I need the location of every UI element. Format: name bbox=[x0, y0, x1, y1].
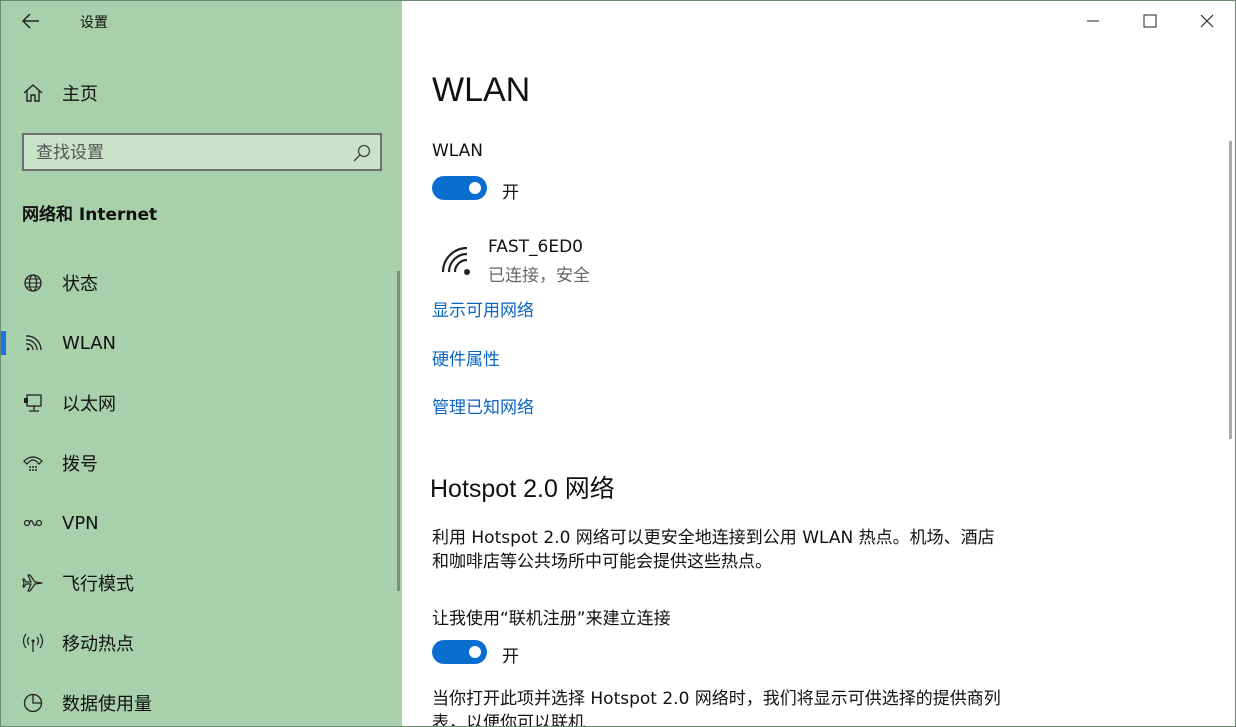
wifi-icon bbox=[21, 331, 45, 355]
sidebar-item-airplane[interactable]: 飞行模式 bbox=[1, 561, 396, 605]
sidebar-item-data-usage[interactable]: 数据使用量 bbox=[1, 681, 396, 725]
nav-home[interactable]: 主页 bbox=[1, 73, 402, 113]
sidebar-item-dialup[interactable]: 拨号 bbox=[1, 441, 396, 485]
sidebar-item-label: 移动热点 bbox=[62, 634, 134, 655]
globe-icon bbox=[21, 271, 45, 295]
search-icon[interactable] bbox=[352, 143, 372, 163]
sidebar: 设置 主页 网络和 Internet bbox=[1, 1, 402, 726]
sidebar-item-label: 飞行模式 bbox=[62, 574, 134, 595]
search-box[interactable] bbox=[22, 133, 382, 171]
sidebar-item-status[interactable]: 状态 bbox=[1, 261, 396, 305]
sidebar-item-label: WLAN bbox=[62, 332, 117, 354]
ethernet-icon bbox=[21, 391, 45, 415]
network-status: 已连接，安全 bbox=[488, 266, 590, 286]
manage-known-networks-link[interactable]: 管理已知网络 bbox=[432, 393, 534, 418]
wlan-toggle-state: 开 bbox=[502, 183, 519, 203]
hardware-properties-link[interactable]: 硬件属性 bbox=[432, 345, 500, 370]
section-title: 网络和 Internet bbox=[22, 205, 158, 225]
show-networks-link[interactable]: 显示可用网络 bbox=[432, 296, 534, 321]
wlan-label: WLAN bbox=[432, 141, 484, 161]
home-icon bbox=[21, 81, 45, 105]
back-button[interactable] bbox=[15, 7, 47, 35]
sidebar-item-label: VPN bbox=[62, 512, 99, 534]
online-signup-label: 让我使用“联机注册”来建立连接 bbox=[432, 609, 671, 629]
sidebar-item-hotspot[interactable]: 移动热点 bbox=[1, 621, 396, 665]
back-arrow-icon bbox=[22, 13, 39, 29]
sidebar-item-label: 以太网 bbox=[62, 394, 116, 415]
online-signup-toggle-state: 开 bbox=[502, 647, 519, 667]
main-content: WLAN WLAN 开 FAST_6ED0 已连接，安全 显示可用网络 硬件属性… bbox=[402, 1, 1235, 727]
page-title: WLAN bbox=[432, 71, 531, 109]
hotspot-icon bbox=[21, 631, 45, 655]
sidebar-scrollbar[interactable] bbox=[397, 271, 400, 591]
hotspot-footer-description: 当你打开此项并选择 Hotspot 2.0 网络时，我们将显示可供选择的提供商列… bbox=[432, 689, 1001, 727]
sidebar-item-wlan[interactable]: WLAN bbox=[1, 321, 396, 365]
wifi-signal-icon[interactable] bbox=[436, 241, 476, 281]
toggle-knob bbox=[469, 646, 481, 658]
dialup-icon bbox=[21, 451, 45, 475]
toggle-knob bbox=[469, 182, 481, 194]
hotspot-section-title: Hotspot 2.0 网络 bbox=[430, 475, 615, 503]
vpn-icon bbox=[21, 511, 45, 535]
search-input[interactable] bbox=[36, 142, 336, 164]
app-title: 设置 bbox=[80, 15, 108, 31]
sidebar-item-label: 数据使用量 bbox=[62, 694, 152, 715]
sidebar-item-ethernet[interactable]: 以太网 bbox=[1, 381, 396, 425]
sidebar-item-label: 拨号 bbox=[62, 454, 98, 475]
nav-home-label: 主页 bbox=[62, 84, 98, 105]
hotspot-description: 利用 Hotspot 2.0 网络可以更安全地连接到公用 WLAN 热点。机场、… bbox=[432, 528, 995, 572]
settings-window: 设置 主页 网络和 Internet bbox=[0, 0, 1236, 727]
sidebar-item-vpn[interactable]: VPN bbox=[1, 501, 396, 545]
data-usage-icon bbox=[21, 691, 45, 715]
main-scrollbar[interactable] bbox=[1229, 141, 1232, 439]
network-name[interactable]: FAST_6ED0 bbox=[488, 237, 583, 257]
wlan-toggle[interactable] bbox=[432, 176, 487, 200]
sidebar-item-label: 状态 bbox=[62, 274, 98, 295]
online-signup-toggle[interactable] bbox=[432, 640, 487, 664]
airplane-icon bbox=[21, 571, 45, 595]
